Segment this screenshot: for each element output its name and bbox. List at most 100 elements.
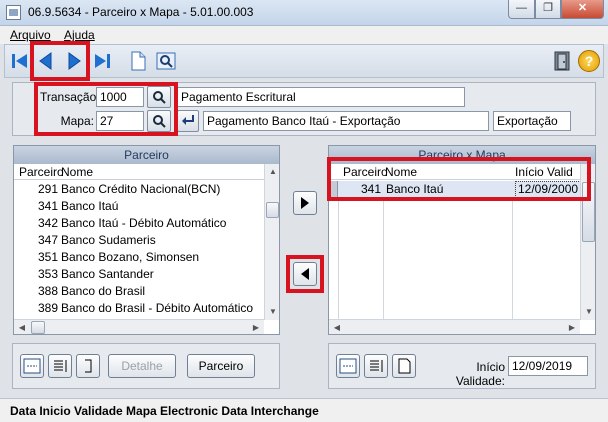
scroll-left-arrow-icon[interactable]: ◀ [14, 320, 30, 334]
select-all-button[interactable] [20, 354, 44, 378]
scroll-left-arrow-icon[interactable]: ◀ [329, 320, 345, 334]
partner-code: 342 [37, 216, 58, 230]
partner-name: Banco Sudameris [61, 233, 156, 247]
partner-name: Banco Crédito Nacional(BCN) [61, 182, 221, 196]
table-row[interactable]: 388 Banco do Brasil [14, 283, 264, 300]
partner-grid-hscrollbar[interactable]: ◀ ▶ [14, 319, 264, 334]
scroll-down-arrow-icon[interactable]: ▼ [265, 304, 279, 320]
table-row[interactable]: 351 Banco Bozano, Simonsen [14, 249, 264, 266]
help-icon[interactable]: ? [578, 50, 600, 72]
new-document-icon[interactable] [127, 50, 149, 72]
column-parceiro[interactable]: Parceiro [343, 165, 388, 179]
close-button[interactable]: ✕ [561, 0, 604, 19]
partner-map-grid-hscrollbar[interactable]: ◀ ▶ [329, 319, 580, 334]
mapa-search-button[interactable] [147, 110, 171, 132]
partner-grid: Parceiro Parceiro Nome 291 Banco Crédito … [13, 145, 280, 335]
scroll-up-arrow-icon[interactable]: ▲ [265, 164, 279, 180]
list-arrows-icon [54, 360, 67, 372]
menu-ajuda[interactable]: Ajuda [64, 28, 95, 42]
partner-name: Banco Itaú [61, 199, 119, 213]
partner-code: 351 [37, 250, 58, 264]
partner-button[interactable]: Parceiro [187, 354, 255, 378]
scroll-thumb[interactable] [582, 182, 595, 242]
table-row[interactable]: 291 Banco Crédito Nacional(BCN) [14, 181, 264, 198]
hscroll-thumb[interactable] [31, 321, 45, 334]
column-parceiro[interactable]: Parceiro [19, 165, 64, 179]
partner-name: Banco do Brasil [61, 284, 146, 298]
partner-grid-vscrollbar[interactable]: ▲ ▼ [264, 164, 279, 320]
magnifier-icon [153, 91, 166, 104]
partner-code: 347 [37, 233, 58, 247]
minimize-button[interactable]: — [508, 0, 535, 19]
exit-door-icon[interactable] [551, 50, 573, 72]
partner-name: Banco Itaú [386, 182, 444, 196]
partner-map-grid-header: Parceiro Nome Início Valid [329, 164, 595, 180]
select-all-icon [339, 358, 357, 374]
select-all-button[interactable] [336, 354, 360, 378]
first-record-icon[interactable] [9, 50, 31, 72]
add-partner-button[interactable] [293, 191, 317, 215]
scroll-thumb[interactable] [266, 202, 279, 218]
search-screen-icon[interactable] [155, 50, 177, 72]
partner-code: 341 [360, 182, 381, 196]
inicio-validade-input[interactable]: 12/09/2019 [508, 356, 588, 376]
table-row[interactable]: 353 Banco Santander [14, 266, 264, 283]
partner-name: Banco Bozano, Simonsen [61, 250, 200, 264]
grid-line [383, 181, 384, 320]
partner-name: Banco Santander [61, 267, 154, 281]
partner-code: 388 [37, 284, 58, 298]
grid-line [338, 181, 339, 320]
remove-partner-button[interactable] [293, 262, 317, 286]
window-title: 06.9.5634 - Parceiro x Mapa - 5.01.00.00… [28, 5, 254, 19]
maximize-button[interactable]: ❐ [535, 0, 561, 19]
bracket-icon [85, 359, 92, 373]
previous-record-icon[interactable] [35, 50, 57, 72]
title-bar: 06.9.5634 - Parceiro x Mapa - 5.01.00.00… [0, 0, 608, 26]
column-nome[interactable]: Nome [61, 165, 93, 179]
partner-code: 341 [37, 199, 58, 213]
column-nome[interactable]: Nome [385, 165, 417, 179]
scroll-up-arrow-icon[interactable]: ▲ [581, 164, 595, 180]
next-record-icon[interactable] [63, 50, 85, 72]
mapa-code-input[interactable]: 27 [96, 111, 144, 131]
transacao-search-button[interactable] [147, 86, 171, 108]
move-right-icon [301, 197, 309, 209]
table-row[interactable]: 341 Banco Itaú 12/09/2000 [329, 181, 582, 198]
resize-button[interactable] [76, 354, 100, 378]
menu-arquivo[interactable]: Arquivo [10, 28, 51, 42]
table-row[interactable]: 342 Banco Itaú - Débito Automático [14, 215, 264, 232]
scroll-right-arrow-icon[interactable]: ▶ [564, 320, 580, 334]
list-arrows-icon [370, 360, 383, 372]
document-icon [398, 358, 411, 374]
scroll-right-arrow-icon[interactable]: ▶ [248, 320, 264, 334]
row-selector [329, 181, 338, 198]
column-inicio-valid[interactable]: Início Valid [515, 165, 573, 179]
table-row[interactable]: 347 Banco Sudameris [14, 232, 264, 249]
last-record-icon[interactable] [91, 50, 113, 72]
partner-name: Banco Itaú - Débito Automático [61, 216, 227, 230]
partner-code: 353 [37, 267, 58, 281]
select-all-icon [23, 358, 41, 374]
partner-map-grid: Parceiro x Mapa Parceiro Nome Início Val… [328, 145, 596, 335]
scroll-down-arrow-icon[interactable]: ▼ [581, 304, 595, 320]
transacao-label: Transação: [40, 90, 100, 104]
status-bar: Data Inicio Validade Mapa Electronic Dat… [0, 398, 608, 422]
table-row[interactable]: 389 Banco do Brasil - Débito Automático [14, 300, 264, 317]
mapa-type-field: Exportação [493, 111, 571, 131]
partner-map-grid-title: Parceiro x Mapa [329, 146, 595, 164]
partner-grid-header: Parceiro Nome [14, 164, 279, 180]
transacao-code-input[interactable]: 1000 [96, 87, 144, 107]
detail-button[interactable]: Detalhe [108, 354, 176, 378]
mapa-description-field: Pagamento Banco Itaú - Exportação [203, 111, 489, 131]
list-view-button[interactable] [48, 354, 72, 378]
move-left-icon [301, 268, 309, 280]
partner-grid-title: Parceiro [14, 146, 279, 164]
table-row[interactable]: 341 Banco Itaú [14, 198, 264, 215]
transacao-description-field: Pagamento Escritural [177, 87, 465, 107]
mapa-zoom-button[interactable] [177, 110, 199, 132]
menu-bar: Arquivo Ajuda [0, 26, 608, 44]
list-view-button[interactable] [364, 354, 388, 378]
partner-map-grid-vscrollbar[interactable]: ▲ ▼ [580, 164, 595, 320]
inicio-validade-label: Início Validade: [455, 360, 505, 388]
document-button[interactable] [392, 354, 416, 378]
